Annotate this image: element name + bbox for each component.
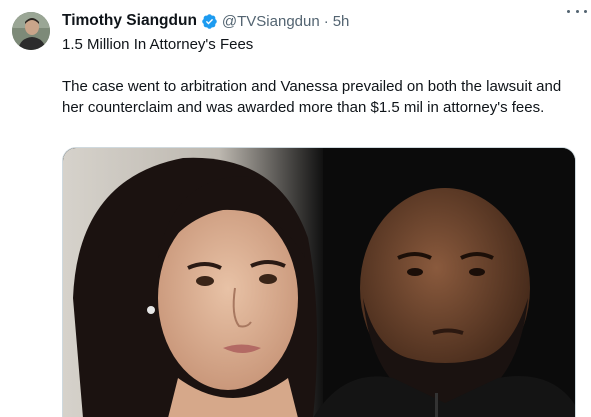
tweet-card[interactable]: Timothy Siangdun @TVSiangdun · 5h 1.5 Mi…	[0, 0, 591, 417]
more-options-icon[interactable]	[567, 4, 587, 18]
verified-badge-icon	[201, 13, 218, 30]
more-dot-icon	[575, 9, 579, 13]
author-handle[interactable]: @TVSiangdun	[222, 13, 320, 30]
tweet-media-photo[interactable]	[62, 147, 576, 417]
tweet-timestamp[interactable]: 5h	[333, 13, 350, 30]
tweet-text: The case went to arbitration and Vanessa…	[62, 78, 562, 116]
photo-image	[63, 148, 575, 417]
author-name[interactable]: Timothy Siangdun	[62, 12, 197, 30]
avatar-image	[12, 12, 50, 50]
separator-dot: ·	[323, 12, 329, 30]
avatar[interactable]	[12, 12, 50, 50]
tweet-headline: 1.5 Million In Attorney's Fees	[62, 36, 254, 53]
more-dot-icon	[567, 9, 570, 13]
tweet-header: Timothy Siangdun @TVSiangdun · 5h	[62, 10, 578, 32]
more-dot-icon	[584, 9, 587, 13]
tweet-body: Timothy Siangdun @TVSiangdun · 5h 1.5 Mi…	[62, 10, 578, 118]
